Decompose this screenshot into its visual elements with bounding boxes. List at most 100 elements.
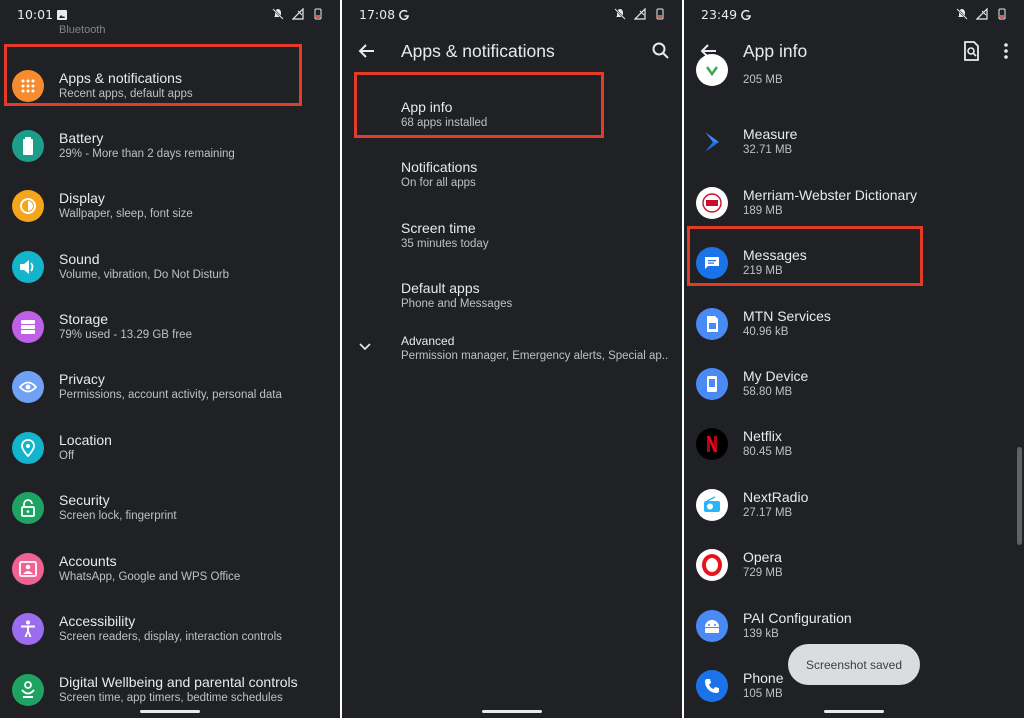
item-title: Accounts [59,553,117,569]
app-row-nextradio[interactable]: NextRadio 27.17 MB [684,475,1024,535]
storage-icon [12,311,44,343]
app-size: 58.80 MB [743,386,793,398]
app-name: My Device [743,368,809,384]
wellbeing-icon [12,674,44,706]
app-name: MTN Services [743,308,831,324]
battery-icon [12,130,44,162]
status-bar: 23:49 [684,0,1024,28]
accessibility-icon [12,613,44,645]
item-title: Storage [59,311,109,327]
app-size: 105 MB [743,688,783,700]
item-title: Location [59,432,112,448]
app-row-my-device[interactable]: My Device 58.80 MB [684,354,1024,414]
item-subtitle: Volume, vibration, Do Not Disturb [59,269,230,281]
item-title: Display [59,190,105,206]
item-title: Security [59,492,110,508]
item-title: Screen time [401,220,476,236]
settings-item-accessibility[interactable]: Accessibility Screen readers, display, i… [0,599,340,659]
app-name: PAI Configuration [743,610,852,626]
item-subtitle: 35 minutes today [401,238,489,250]
app-name: Merriam-Webster Dictionary [743,187,917,203]
status-bar: 10:01 [0,0,340,28]
item-subtitle: Phone and Messages [401,298,513,310]
gesture-nav-bar[interactable] [140,710,200,713]
page-title: Apps & notifications [401,41,555,61]
item-title: Accessibility [59,613,136,629]
highlight-box [354,72,604,138]
app-size: 40.96 kB [743,326,789,338]
app-info-panel: 23:49 App info 205 MB Measure 32.71 MB M… [684,0,1024,718]
phone-icon [696,670,728,702]
scrollbar[interactable] [1017,447,1022,545]
apps-notifications-panel: 17:08 Apps & notifications App info 68 a… [342,0,682,718]
android-icon [696,610,728,642]
app-name: Measure [743,126,798,142]
settings-item-security[interactable]: Security Screen lock, fingerprint [0,478,340,538]
toast-message: Screenshot saved [788,644,920,685]
status-time: 10:01 [17,7,54,22]
settings-item-accounts[interactable]: Accounts WhatsApp, Google and WPS Office [0,539,340,599]
menu-item-notifications[interactable]: Notifications On for all apps [342,148,682,208]
netflix-icon [696,428,728,460]
app-row-mtn-services[interactable]: MTN Services 40.96 kB [684,294,1024,354]
app-size: 205 MB [743,74,783,86]
privacy-eye-icon [12,371,44,403]
app-size: 729 MB [743,567,783,579]
item-subtitle: Off [59,450,75,462]
lock-icon [12,492,44,524]
app-row-partial[interactable]: 205 MB [684,52,1024,90]
battery-low-icon [996,7,1008,20]
gesture-nav-bar[interactable] [824,710,884,713]
merriam-webster-icon [696,187,728,219]
app-row-measure[interactable]: Measure 32.71 MB [684,112,1024,172]
item-subtitle: Screen time, app timers, bedtime schedul… [59,692,283,704]
status-bar: 17:08 [342,0,682,28]
item-title: Battery [59,130,104,146]
item-title: Sound [59,251,100,267]
account-icon [12,553,44,585]
opera-icon [696,549,728,581]
radio-icon [696,489,728,521]
item-subtitle: WhatsApp, Google and WPS Office [59,571,241,583]
item-subtitle: Wallpaper, sleep, font size [59,208,193,220]
item-subtitle: 79% used - 13.29 GB free [59,329,192,341]
settings-item-battery[interactable]: Battery 29% - More than 2 days remaining [0,116,340,176]
menu-item-screen-time[interactable]: Screen time 35 minutes today [342,209,682,269]
chevron-down-icon [357,339,373,355]
status-time: 23:49 [701,7,738,22]
no-signal-icon [633,7,646,20]
device-icon [696,368,728,400]
settings-item-display[interactable]: Display Wallpaper, sleep, font size [0,176,340,236]
item-title: Advanced [401,334,455,348]
search-icon[interactable] [650,40,672,62]
no-signal-icon [291,7,304,20]
item-title: Default apps [401,280,480,296]
menu-item-default-apps[interactable]: Default apps Phone and Messages [342,269,682,329]
item-subtitle: Permission manager, Emergency alerts, Sp… [401,350,669,362]
google-icon [398,8,410,21]
app-size: 32.71 MB [743,144,793,156]
measure-icon [696,126,728,158]
item-subtitle: Screen readers, display, interaction con… [59,631,282,643]
menu-item-advanced[interactable]: Advanced Permission manager, Emergency a… [342,322,682,382]
no-signal-icon [975,7,988,20]
app-size: 139 kB [743,628,779,640]
google-icon [740,8,752,21]
app-row-netflix[interactable]: Netflix 80.45 MB [684,414,1024,474]
silent-icon [272,7,284,20]
brightness-icon [12,190,44,222]
item-subtitle: Permissions, account activity, personal … [59,389,282,401]
app-row-opera[interactable]: Opera 729 MB [684,535,1024,595]
back-arrow-icon[interactable] [356,40,378,62]
settings-item-storage[interactable]: Storage 79% used - 13.29 GB free [0,297,340,357]
settings-item-sound[interactable]: Sound Volume, vibration, Do Not Disturb [0,237,340,297]
settings-item-location[interactable]: Location Off [0,418,340,478]
app-size: 80.45 MB [743,446,793,458]
gesture-nav-bar[interactable] [482,710,542,713]
settings-item-privacy[interactable]: Privacy Permissions, account activity, p… [0,357,340,417]
location-pin-icon [12,432,44,464]
app-row-merriam-webster[interactable]: Merriam-Webster Dictionary 189 MB [684,173,1024,233]
sim-card-icon [696,308,728,340]
item-subtitle: On for all apps [401,177,476,189]
app-name: Netflix [743,428,782,444]
